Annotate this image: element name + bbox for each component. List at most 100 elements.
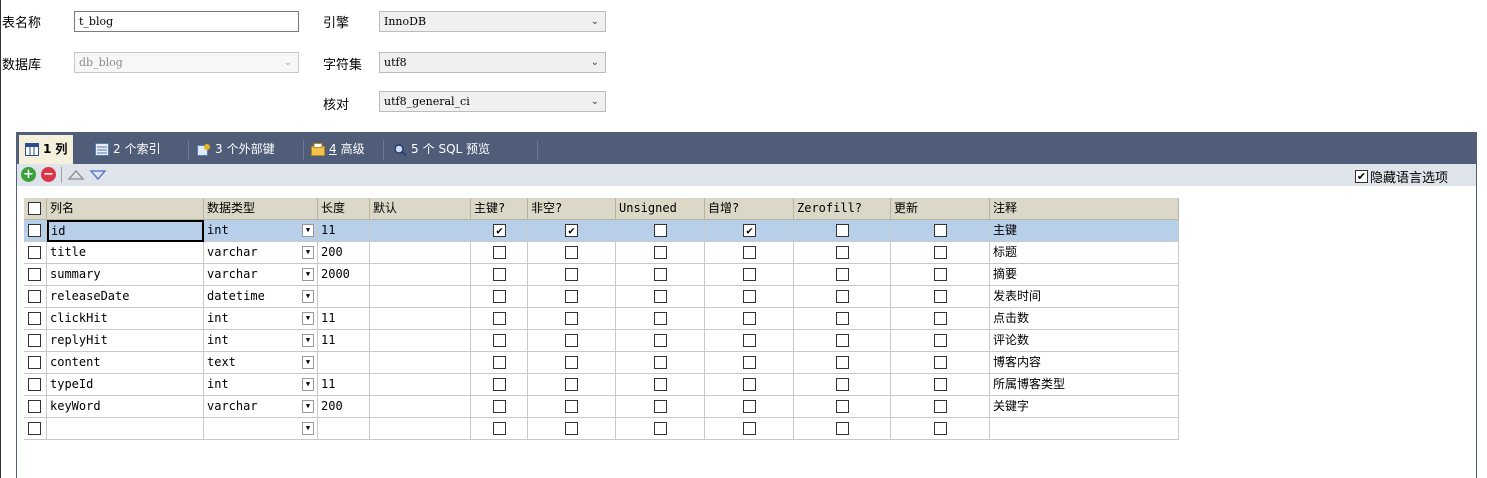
pk-cell[interactable] [471, 352, 528, 374]
length-cell[interactable]: 11 [318, 308, 370, 330]
data-type-cell[interactable]: int ▼ [204, 308, 318, 330]
pk-checkbox[interactable] [493, 334, 506, 347]
comment-cell[interactable]: 发表时间 [990, 286, 1179, 308]
zerofill-header[interactable]: Zerofill? [794, 198, 891, 220]
ai-cell[interactable] [705, 286, 794, 308]
ai-cell[interactable] [705, 264, 794, 286]
column-name-cell[interactable]: replyHit [47, 330, 204, 352]
comment-cell[interactable]: 所属博客类型 [990, 374, 1179, 396]
ai-cell[interactable]: ✔ [705, 220, 794, 242]
ai-cell[interactable] [705, 242, 794, 264]
comment-cell[interactable]: 点击数 [990, 308, 1179, 330]
notnull-cell[interactable] [528, 286, 616, 308]
notnull-cell[interactable] [528, 308, 616, 330]
dropdown-arrow-icon[interactable]: ▼ [302, 356, 314, 369]
dropdown-arrow-icon[interactable]: ▼ [302, 312, 314, 325]
ai-checkbox[interactable]: ✔ [743, 224, 756, 237]
zerofill-checkbox[interactable] [836, 356, 849, 369]
length-cell[interactable]: 11 [318, 220, 370, 242]
update-checkbox[interactable] [934, 422, 947, 435]
pk-cell[interactable] [471, 396, 528, 418]
default-cell[interactable] [370, 396, 471, 418]
length-cell[interactable]: 11 [318, 330, 370, 352]
row-select-checkbox[interactable] [28, 312, 41, 325]
pk-cell[interactable] [471, 308, 528, 330]
pk-checkbox[interactable] [493, 378, 506, 391]
comment-header[interactable]: 注释 [990, 198, 1179, 220]
zerofill-checkbox[interactable] [836, 400, 849, 413]
data-type-cell[interactable]: varchar ▼ [204, 396, 318, 418]
data-type-cell[interactable]: varchar ▼ [204, 264, 318, 286]
notnull-checkbox[interactable] [565, 422, 578, 435]
delete-column-button[interactable]: − [41, 167, 56, 182]
table-row[interactable]: title varchar ▼ 200 标题 [24, 242, 1179, 264]
update-cell[interactable] [891, 396, 990, 418]
notnull-checkbox[interactable] [565, 356, 578, 369]
default-cell[interactable] [370, 374, 471, 396]
default-cell[interactable] [370, 242, 471, 264]
table-row[interactable]: replyHit int ▼ 11 评论数 [24, 330, 1179, 352]
unsigned-cell[interactable] [616, 264, 705, 286]
row-select-checkbox[interactable] [28, 290, 41, 303]
row-select-cell[interactable] [24, 374, 47, 396]
tab-columns[interactable]: 1 列 [19, 135, 74, 164]
unsigned-checkbox[interactable] [654, 290, 667, 303]
zerofill-cell[interactable] [794, 396, 891, 418]
dropdown-arrow-icon[interactable]: ▼ [302, 224, 314, 237]
pk-checkbox[interactable] [493, 290, 506, 303]
col-name-header[interactable]: 列名 [47, 198, 204, 220]
notnull-checkbox[interactable] [565, 378, 578, 391]
auto-increment-header[interactable]: 自增? [705, 198, 794, 220]
pk-checkbox[interactable]: ✔ [493, 224, 506, 237]
unsigned-cell[interactable] [616, 374, 705, 396]
update-checkbox[interactable] [934, 378, 947, 391]
comment-cell[interactable]: 关键字 [990, 396, 1179, 418]
engine-select[interactable]: InnoDB ⌄ [379, 11, 606, 32]
length-cell[interactable]: 200 [318, 242, 370, 264]
zerofill-cell[interactable] [794, 220, 891, 242]
ai-cell[interactable] [705, 352, 794, 374]
update-cell[interactable] [891, 418, 990, 440]
zerofill-checkbox[interactable] [836, 268, 849, 281]
ai-checkbox[interactable] [743, 422, 756, 435]
pk-cell[interactable]: ✔ [471, 220, 528, 242]
update-checkbox[interactable] [934, 312, 947, 325]
unsigned-checkbox[interactable] [654, 312, 667, 325]
column-name-cell[interactable]: clickHit [47, 308, 204, 330]
unsigned-checkbox[interactable] [654, 224, 667, 237]
unsigned-checkbox[interactable] [654, 400, 667, 413]
zerofill-checkbox[interactable] [836, 312, 849, 325]
ai-checkbox[interactable] [743, 378, 756, 391]
zerofill-cell[interactable] [794, 264, 891, 286]
unsigned-cell[interactable] [616, 352, 705, 374]
notnull-checkbox[interactable] [565, 312, 578, 325]
unsigned-cell[interactable] [616, 330, 705, 352]
notnull-checkbox[interactable] [565, 334, 578, 347]
ai-cell[interactable] [705, 418, 794, 440]
row-select-checkbox[interactable] [28, 378, 41, 391]
notnull-checkbox[interactable] [565, 400, 578, 413]
unsigned-header[interactable]: Unsigned [616, 198, 705, 220]
zerofill-checkbox[interactable] [836, 224, 849, 237]
update-checkbox[interactable] [934, 290, 947, 303]
data-type-cell[interactable]: varchar ▼ [204, 242, 318, 264]
notnull-cell[interactable]: ✔ [528, 220, 616, 242]
length-cell[interactable]: 11 [318, 374, 370, 396]
comment-cell[interactable]: 评论数 [990, 330, 1179, 352]
ai-checkbox[interactable] [743, 400, 756, 413]
column-name-cell[interactable]: keyWord [47, 396, 204, 418]
zerofill-cell[interactable] [794, 330, 891, 352]
column-name-cell[interactable]: id [47, 220, 204, 242]
row-select-cell[interactable] [24, 330, 47, 352]
pk-checkbox[interactable] [493, 422, 506, 435]
zerofill-checkbox[interactable] [836, 422, 849, 435]
pk-checkbox[interactable] [493, 356, 506, 369]
unsigned-cell[interactable] [616, 418, 705, 440]
zerofill-cell[interactable] [794, 308, 891, 330]
table-row[interactable]: ▼ [24, 418, 1179, 440]
default-header[interactable]: 默认 [370, 198, 471, 220]
update-cell[interactable] [891, 220, 990, 242]
update-cell[interactable] [891, 242, 990, 264]
unsigned-checkbox[interactable] [654, 378, 667, 391]
data-type-cell[interactable]: int ▼ [204, 374, 318, 396]
